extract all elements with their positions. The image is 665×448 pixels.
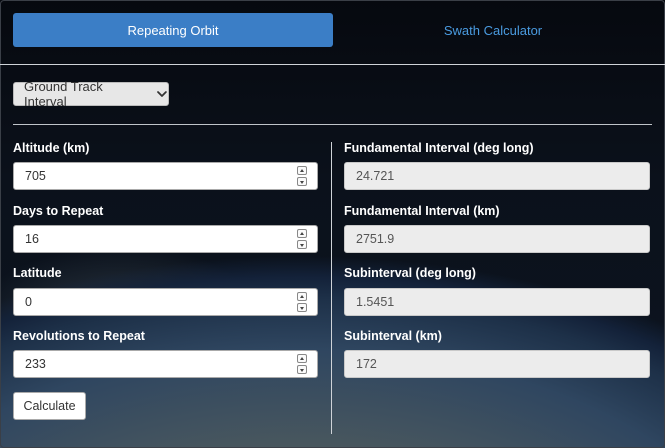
tab-swath-calculator[interactable]: Swath Calculator [333, 13, 653, 47]
subinterval-deg-label: Subinterval (deg long) [344, 266, 476, 280]
revolutions-input[interactable]: 233 [13, 350, 318, 378]
stepper-down-icon[interactable] [297, 303, 307, 312]
fundamental-interval-deg-value: 24.721 [356, 169, 395, 183]
subinterval-km-label: Subinterval (km) [344, 329, 442, 343]
stepper-down-icon[interactable] [297, 177, 307, 186]
mode-select[interactable]: Ground Track Interval [13, 79, 169, 109]
tab-divider [0, 64, 665, 65]
column-divider [331, 142, 332, 434]
altitude-input[interactable]: 705 [13, 162, 318, 190]
calculate-button[interactable]: Calculate [13, 392, 86, 420]
stepper-up-icon[interactable] [297, 354, 307, 363]
window-frame [0, 0, 665, 448]
altitude-stepper[interactable] [297, 166, 307, 186]
stepper-up-icon[interactable] [297, 166, 307, 175]
altitude-value: 705 [25, 169, 46, 183]
altitude-label: Altitude (km) [13, 141, 90, 155]
fundamental-interval-km-output: 2751.9 [344, 225, 650, 253]
fundamental-interval-deg-label: Fundamental Interval (deg long) [344, 141, 534, 155]
fundamental-interval-km-value: 2751.9 [356, 232, 395, 246]
days-to-repeat-stepper[interactable] [297, 229, 307, 249]
fundamental-interval-deg-output: 24.721 [344, 162, 650, 190]
revolutions-label: Revolutions to Repeat [13, 329, 145, 343]
subinterval-deg-value: 1.5451 [356, 295, 395, 309]
fundamental-interval-km-label: Fundamental Interval (km) [344, 204, 500, 218]
stepper-up-icon[interactable] [297, 292, 307, 301]
latitude-stepper[interactable] [297, 292, 307, 312]
stepper-down-icon[interactable] [297, 240, 307, 249]
tab-repeating-orbit[interactable]: Repeating Orbit [13, 13, 333, 47]
revolutions-value: 233 [25, 357, 46, 371]
days-to-repeat-value: 16 [25, 232, 39, 246]
latitude-value: 0 [25, 295, 32, 309]
subinterval-km-value: 172 [356, 357, 377, 371]
subinterval-deg-output: 1.5451 [344, 288, 650, 316]
days-to-repeat-label: Days to Repeat [13, 204, 104, 218]
latitude-input[interactable]: 0 [13, 288, 318, 316]
subinterval-km-output: 172 [344, 350, 650, 378]
revolutions-stepper[interactable] [297, 354, 307, 374]
mode-select-value: Ground Track Interval [24, 79, 103, 109]
stepper-up-icon[interactable] [297, 229, 307, 238]
chevron-down-icon [157, 91, 167, 97]
section-divider [13, 124, 652, 125]
stepper-down-icon[interactable] [297, 365, 307, 374]
latitude-label: Latitude [13, 266, 62, 280]
days-to-repeat-input[interactable]: 16 [13, 225, 318, 253]
